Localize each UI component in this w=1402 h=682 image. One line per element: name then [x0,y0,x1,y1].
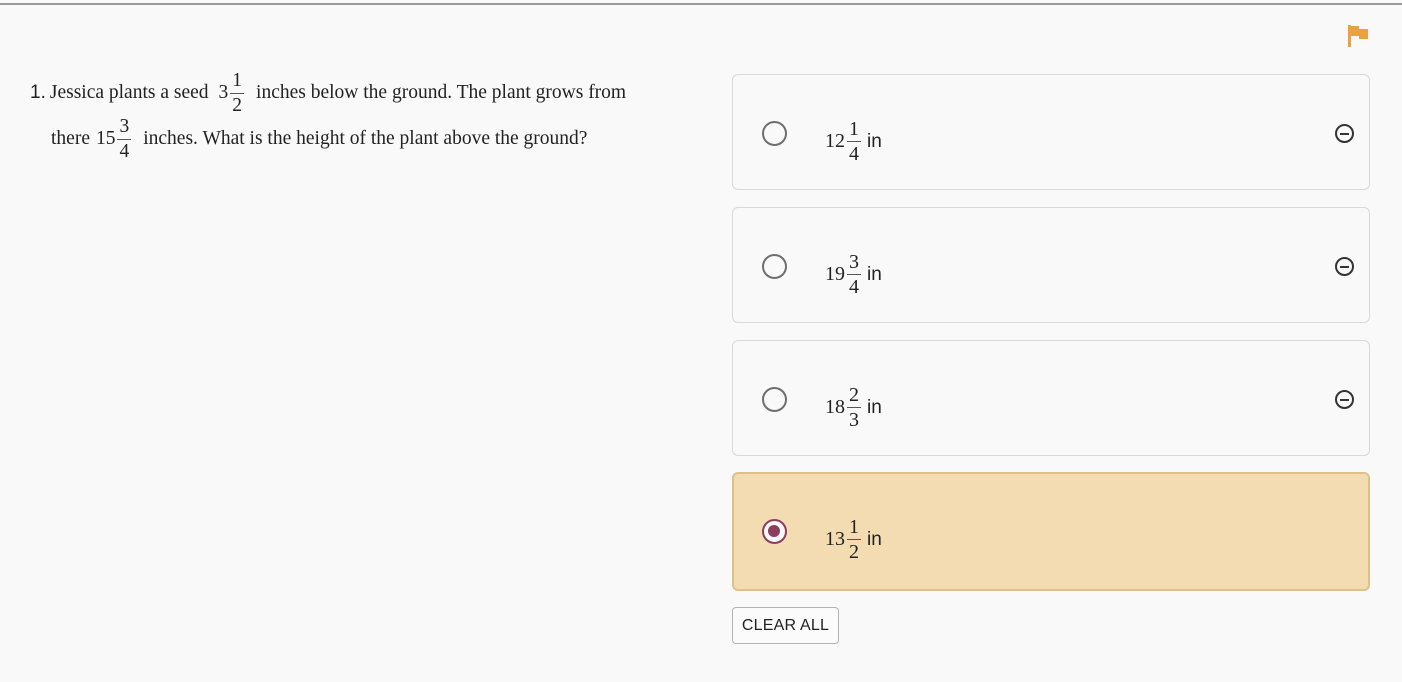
fraction-numerator: 1 [230,71,245,94]
answer-value: 13 1 2 in [825,517,882,562]
answer-unit: in [867,263,882,285]
growth-mixed-number: 15 3 4 [96,117,133,161]
fraction: 1 2 [847,517,861,562]
flag-icon[interactable] [1347,24,1369,48]
radio-button[interactable] [762,254,787,279]
top-divider [0,3,1402,5]
question-text: there [51,128,90,149]
question-text: Jessica plants a seed [49,82,209,103]
answer-unit: in [867,130,882,152]
fraction-denominator: 4 [849,276,859,298]
question-line-1: 1. Jessica plants a seed 3 1 2 inches be… [30,70,710,116]
question-line-2: there 15 3 4 inches. What is the height … [30,116,710,162]
question-text: inches. What is the height of the plant … [143,128,588,149]
fraction-denominator: 4 [849,143,859,165]
question-stem: 1. Jessica plants a seed 3 1 2 inches be… [30,70,710,162]
fraction-denominator: 2 [849,541,859,563]
mixed-whole: 18 [825,396,845,418]
mixed-whole: 19 [825,263,845,285]
radio-button[interactable] [762,387,787,412]
fraction-denominator: 3 [849,409,859,431]
answer-choice[interactable]: 18 2 3 in [732,340,1370,456]
question-text: inches below the ground. The plant grows… [256,82,627,103]
answer-value: 19 3 4 in [825,252,882,297]
eliminate-icon[interactable] [1335,390,1354,409]
fraction: 1 4 [847,119,861,164]
clear-all-button[interactable]: CLEAR ALL [732,607,839,644]
radio-button-selected[interactable] [762,519,787,544]
fraction-numerator: 3 [847,251,861,275]
eliminate-icon[interactable] [1335,257,1354,276]
mixed-whole: 15 [95,128,116,149]
mixed-whole: 12 [825,130,845,152]
fraction-denominator: 4 [119,140,130,162]
fraction-numerator: 1 [847,516,861,540]
answer-unit: in [867,528,882,550]
fraction: 1 2 [230,71,245,116]
mixed-whole: 13 [825,528,845,550]
answer-unit: in [867,396,882,418]
answer-choice[interactable]: 19 3 4 in [732,207,1370,323]
eliminate-icon[interactable] [1335,124,1354,143]
answer-choice[interactable]: 12 1 4 in [732,74,1370,190]
answer-choice-selected[interactable]: 13 1 2 in [732,472,1370,591]
depth-mixed-number: 3 1 2 [219,71,247,115]
radio-button[interactable] [762,121,787,146]
mixed-whole: 3 [218,82,229,103]
answer-value: 18 2 3 in [825,385,882,430]
fraction: 2 3 [847,385,861,430]
fraction-numerator: 3 [117,117,132,140]
fraction-numerator: 1 [847,118,861,142]
question-number: 1. [30,82,46,103]
answer-value: 12 1 4 in [825,119,882,164]
fraction-numerator: 2 [847,384,861,408]
fraction: 3 4 [117,117,132,162]
fraction-denominator: 2 [232,94,243,116]
fraction: 3 4 [847,252,861,297]
